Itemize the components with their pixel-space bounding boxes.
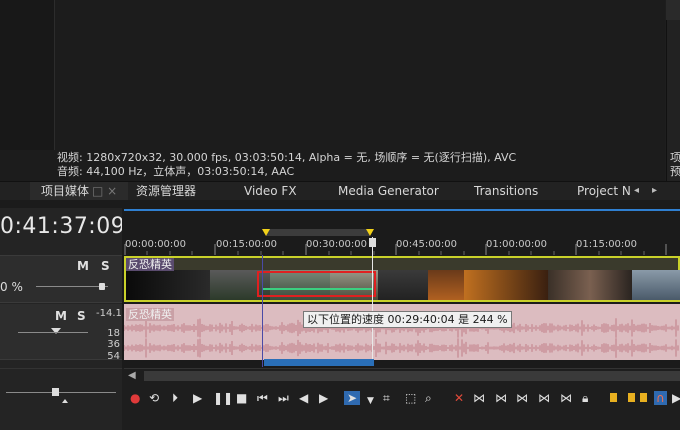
ruler-tick-label: 00:15:00:00 xyxy=(216,239,278,250)
loop-start-marker-icon[interactable] xyxy=(262,229,270,236)
clip-thumbnail xyxy=(428,270,464,300)
pause-icon[interactable]: ❚❚ xyxy=(213,391,233,405)
panel-splitter[interactable] xyxy=(0,200,680,208)
playhead-handle[interactable] xyxy=(369,238,376,247)
compositing-level: 0 % xyxy=(0,280,23,294)
meter-peak-value: -14.1 xyxy=(96,308,122,319)
tab-project-notes[interactable]: Project N xyxy=(577,182,631,201)
tab-media-generator[interactable]: Media Generator xyxy=(338,182,439,201)
marker-icon[interactable] xyxy=(610,393,617,402)
go-to-end-icon[interactable]: ⏭ xyxy=(278,391,289,405)
mute-button[interactable]: M xyxy=(77,259,89,273)
clip-thumbnail xyxy=(464,270,548,300)
timeline-top-border xyxy=(124,209,680,211)
tab-label: Project N xyxy=(577,184,631,198)
media-properties-text: 视频: 1280x720x32, 30.000 fps, 03:03:50:14… xyxy=(57,151,657,178)
tab-close-icon[interactable]: □ × xyxy=(92,184,117,198)
right-panel-line-1: 项 xyxy=(670,151,680,164)
loop-end-marker-icon[interactable] xyxy=(366,229,374,236)
stop-icon[interactable]: ■ xyxy=(236,391,247,405)
region-icon[interactable] xyxy=(628,393,635,402)
window-docking-tabs: 项目媒体 □ × 资源管理器 Video FX Media Generator T… xyxy=(0,181,680,201)
edit-cursor-line xyxy=(262,255,263,367)
zoom-slider-knob[interactable] xyxy=(52,388,59,396)
right-panel-line-2: 预 xyxy=(670,164,680,178)
clip-thumbnail xyxy=(378,270,428,300)
zoom-tool-icon[interactable]: ⌕ xyxy=(425,391,432,405)
scroll-left-icon[interactable]: ◀ xyxy=(128,370,136,381)
timecode-display: 0:41:37:09 xyxy=(0,214,126,239)
split-clip-icon[interactable]: ⋈ xyxy=(538,391,550,405)
ruler-tick-label: 00:30:00:00 xyxy=(306,239,368,250)
next-frame-icon[interactable]: ▶ xyxy=(319,391,328,405)
tab-label: 资源管理器 xyxy=(136,184,197,198)
level-slider-track[interactable] xyxy=(36,286,108,287)
tab-explorer[interactable]: 资源管理器 xyxy=(136,182,196,201)
ignore-grouping-icon[interactable]: ⋈ xyxy=(560,391,572,405)
auto-ripple-icon[interactable]: ▶ xyxy=(672,391,680,405)
volume-slider-track[interactable] xyxy=(18,332,88,333)
trim-end-icon[interactable]: ⋈ xyxy=(495,391,507,405)
caret-up-icon xyxy=(62,399,68,403)
zoom-slider-track[interactable] xyxy=(6,392,116,393)
clip-thumbnail xyxy=(632,270,680,300)
split-icon[interactable]: ⋈ xyxy=(516,391,528,405)
highlight-box xyxy=(257,271,376,297)
tab-label: Media Generator xyxy=(338,184,439,198)
chevron-down-icon[interactable] xyxy=(51,328,61,334)
tab-project-media[interactable]: 项目媒体 □ × xyxy=(30,182,128,201)
meter-tick: 54 xyxy=(107,350,120,362)
tab-scroll-right-icon[interactable]: ▸ xyxy=(652,182,657,200)
lock-icon[interactable]: 🔒︎ xyxy=(582,391,588,405)
meter-scale: 18 36 54 xyxy=(100,328,120,362)
selection-tool-icon[interactable]: ⬚ xyxy=(405,391,416,405)
media-tree-panel xyxy=(0,0,55,150)
loop-icon[interactable]: ⟲ xyxy=(149,391,159,405)
trim-start-icon[interactable]: ⋈ xyxy=(473,391,485,405)
tab-label: 项目媒体 xyxy=(41,184,90,198)
ruler-tick-label: 01:15:00:00 xyxy=(576,239,638,250)
mute-button[interactable]: M xyxy=(55,309,67,323)
delete-icon[interactable]: ✕ xyxy=(454,391,464,405)
audio-properties: 音频: 44,100 Hz，立体声，03:03:50:14, AAC xyxy=(57,164,295,178)
clip-thumbnail xyxy=(548,270,632,300)
audio-clip-label: 反恐精英 xyxy=(126,308,174,321)
zoom-panel xyxy=(0,368,122,430)
video-track-header[interactable]: M S 0 % xyxy=(0,255,122,303)
clip-thumbnail xyxy=(126,270,210,300)
scrollbar-thumb[interactable] xyxy=(144,371,680,381)
tab-transitions[interactable]: Transitions xyxy=(474,182,538,201)
cd-marker-icon[interactable] xyxy=(640,393,647,402)
loop-region-bar[interactable] xyxy=(266,229,370,236)
snapping-icon[interactable]: ∩ xyxy=(654,391,667,405)
video-clip-label: 反恐精英 xyxy=(126,258,174,271)
tab-video-fx[interactable]: Video FX xyxy=(244,182,297,201)
play-icon[interactable]: ▶ xyxy=(193,391,202,405)
envelope-tool-icon[interactable]: ⌗ xyxy=(383,391,390,405)
ruler-tick-label: 01:00:00:00 xyxy=(486,239,548,250)
solo-button[interactable]: S xyxy=(101,259,110,273)
level-slider-knob[interactable] xyxy=(99,283,105,290)
selection-region-bar xyxy=(264,359,374,366)
right-panel-header xyxy=(666,0,680,20)
ruler-tick-label: 00:45:00:00 xyxy=(396,239,458,250)
record-icon[interactable]: ● xyxy=(130,391,140,405)
solo-button[interactable]: S xyxy=(77,309,86,323)
play-from-start-icon[interactable]: ⏵ xyxy=(172,391,178,405)
chevron-down-icon[interactable]: ▼ xyxy=(367,394,374,408)
tab-label: Video FX xyxy=(244,184,297,198)
meter-tick: 18 xyxy=(107,328,120,339)
playhead[interactable] xyxy=(372,237,373,359)
speed-tooltip: 以下位置的速度 00:29:40:04 是 244 % xyxy=(303,311,512,328)
go-to-start-icon[interactable]: ⏮ xyxy=(257,391,268,405)
right-panel-text: 项 预 xyxy=(670,151,680,178)
meter-tick: 36 xyxy=(107,339,120,351)
tab-scroll-left-icon[interactable]: ◂ xyxy=(634,182,639,200)
tab-label: Transitions xyxy=(474,184,539,198)
transport-toolbar xyxy=(124,388,680,410)
video-properties: 视频: 1280x720x32, 30.000 fps, 03:03:50:14… xyxy=(57,151,517,164)
normal-edit-tool-icon[interactable]: ➤ xyxy=(344,391,361,405)
ruler-tick-label: 00:00:00:00 xyxy=(125,239,187,250)
prev-frame-icon[interactable]: ◀ xyxy=(299,391,308,405)
